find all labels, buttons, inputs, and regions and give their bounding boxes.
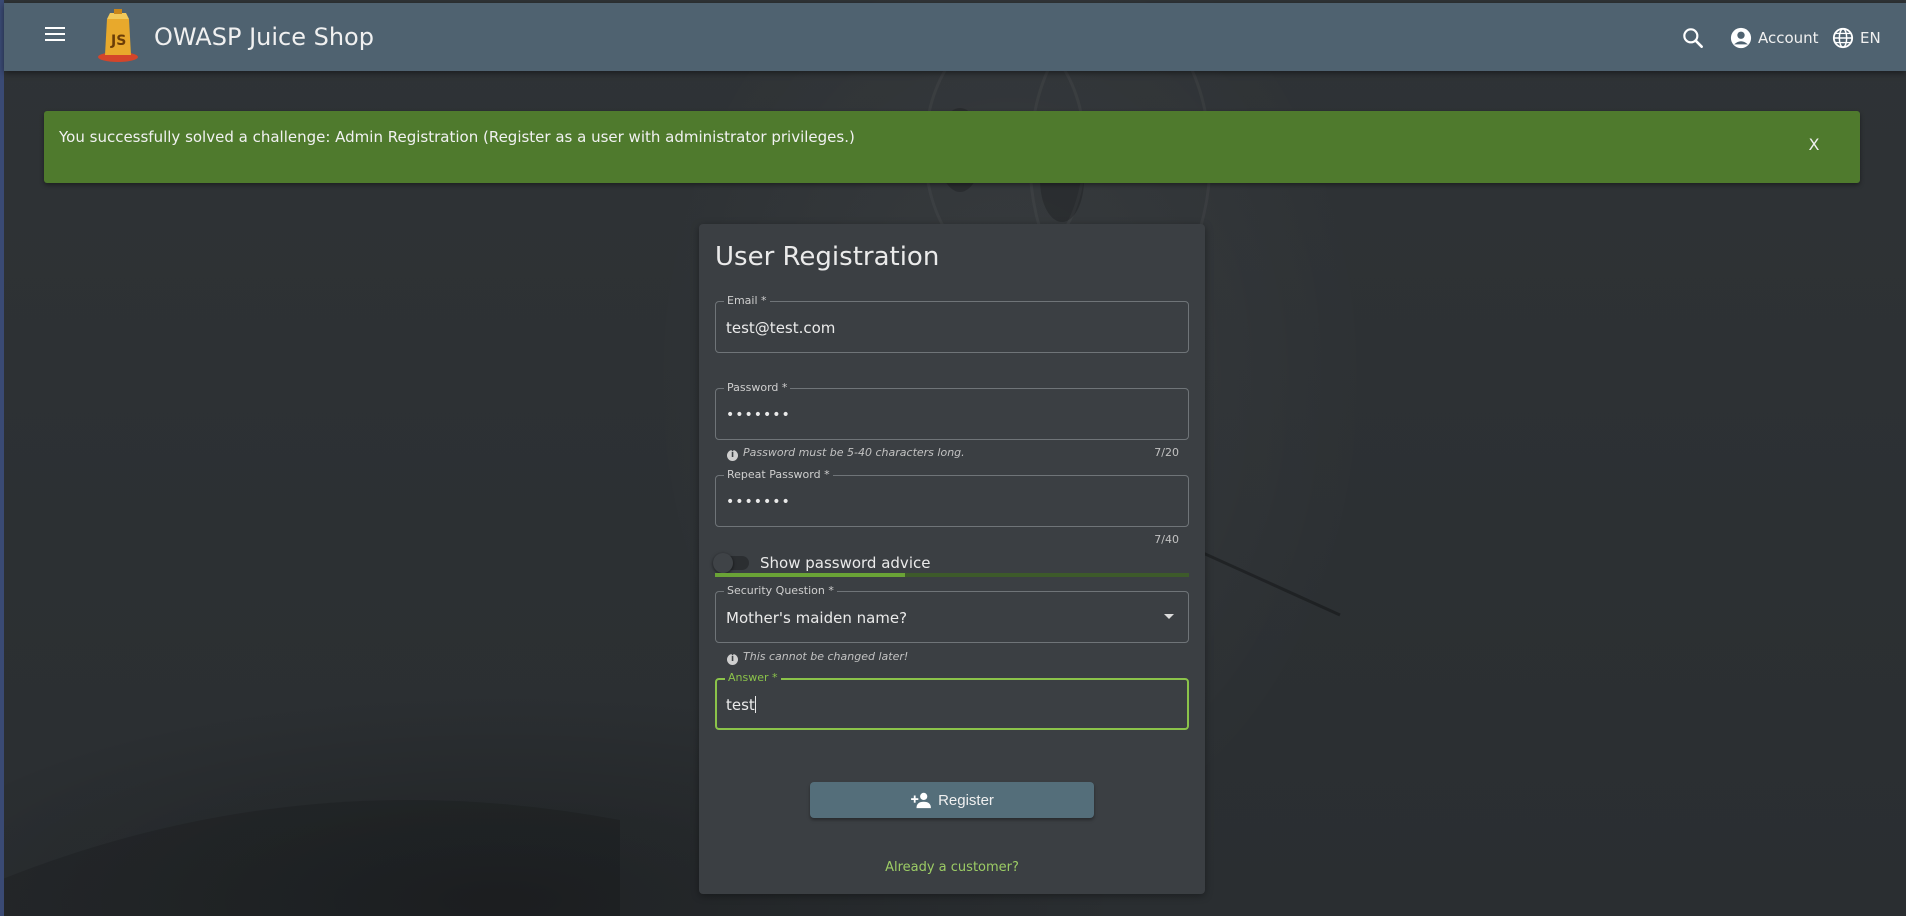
account-menu-button[interactable]: Account	[1730, 23, 1819, 53]
email-input[interactable]: test@test.com	[726, 319, 835, 337]
password-advice-toggle[interactable]: Show password advice	[713, 551, 931, 575]
language-label: EN	[1860, 29, 1881, 47]
search-icon[interactable]	[1680, 25, 1706, 51]
info-icon: i	[727, 450, 738, 461]
password-field[interactable]: Password * •••••••	[715, 381, 1189, 440]
challenge-solved-notification: You successfully solved a challenge: Adm…	[44, 111, 1860, 183]
security-question-hint-text: This cannot be changed later!	[743, 650, 909, 663]
top-toolbar: JS OWASP Juice Shop Account EN	[4, 3, 1906, 71]
account-label: Account	[1758, 29, 1819, 47]
repeat-password-label: Repeat Password *	[724, 468, 833, 481]
page-title: User Registration	[715, 242, 940, 272]
password-counter: 7/20	[1154, 446, 1179, 459]
password-strength-fill	[715, 573, 905, 577]
app-title[interactable]: OWASP Juice Shop	[154, 23, 374, 51]
text-caret	[754, 696, 756, 713]
dropdown-arrow-icon[interactable]	[1164, 614, 1174, 619]
password-strength-bar	[715, 573, 1189, 577]
password-hint: i Password must be 5-40 characters long.	[727, 446, 965, 461]
language-menu-button[interactable]: EN	[1832, 23, 1881, 53]
toggle-thumb[interactable]	[713, 553, 733, 573]
password-input[interactable]: •••••••	[726, 407, 791, 423]
password-advice-label: Show password advice	[760, 554, 931, 572]
svg-text:JS: JS	[110, 33, 126, 49]
answer-field[interactable]: Answer * test	[715, 671, 1189, 730]
email-label: Email *	[724, 294, 770, 307]
account-circle-icon	[1730, 27, 1752, 49]
already-customer-link[interactable]: Already a customer?	[699, 860, 1205, 875]
info-icon: i	[727, 654, 738, 665]
register-label: Register	[938, 791, 994, 809]
security-question-label: Security Question *	[724, 584, 837, 597]
security-question-value[interactable]: Mother's maiden name?	[726, 609, 907, 627]
answer-label: Answer *	[725, 671, 781, 684]
repeat-password-counter: 7/40	[1154, 533, 1179, 546]
juice-shop-logo[interactable]: JS	[94, 9, 144, 65]
toggle-track[interactable]	[713, 553, 749, 573]
person-add-icon	[911, 792, 931, 809]
notification-message: You successfully solved a challenge: Adm…	[59, 128, 855, 146]
menu-icon[interactable]	[40, 23, 70, 53]
window-edge	[0, 0, 4, 916]
notification-close-button[interactable]: X	[1804, 135, 1824, 154]
registration-card: User Registration Email * test@test.com …	[699, 224, 1205, 894]
security-question-hint: i This cannot be changed later!	[727, 650, 908, 665]
register-button[interactable]: Register	[810, 782, 1094, 818]
password-label: Password *	[724, 381, 791, 394]
email-field[interactable]: Email * test@test.com	[715, 294, 1189, 353]
language-globe-icon	[1832, 27, 1854, 49]
password-hint-text: Password must be 5-40 characters long.	[743, 446, 965, 459]
answer-input[interactable]: test	[726, 696, 756, 714]
repeat-password-field[interactable]: Repeat Password * •••••••	[715, 468, 1189, 527]
repeat-password-input[interactable]: •••••••	[726, 494, 791, 510]
answer-input-text: test	[726, 696, 755, 714]
security-question-select[interactable]: Security Question * Mother's maiden name…	[715, 584, 1189, 643]
